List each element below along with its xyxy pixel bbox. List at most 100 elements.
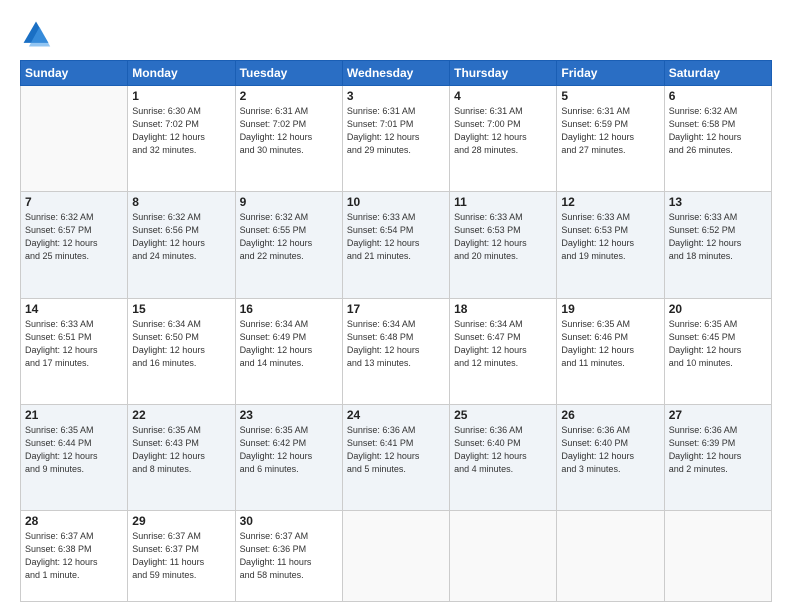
calendar-day-cell: 3 Sunrise: 6:31 AMSunset: 7:01 PMDaylight… — [342, 86, 449, 192]
calendar-day-cell: 23 Sunrise: 6:35 AMSunset: 6:42 PMDayligh… — [235, 404, 342, 510]
day-number: 25 — [454, 408, 552, 422]
day-info: Sunrise: 6:32 AMSunset: 6:56 PMDaylight:… — [132, 211, 230, 263]
day-number: 15 — [132, 302, 230, 316]
calendar-week-row: 7 Sunrise: 6:32 AMSunset: 6:57 PMDaylight… — [21, 192, 772, 298]
calendar-day-cell: 13 Sunrise: 6:33 AMSunset: 6:52 PMDayligh… — [664, 192, 771, 298]
calendar-day-cell: 20 Sunrise: 6:35 AMSunset: 6:45 PMDayligh… — [664, 298, 771, 404]
day-info: Sunrise: 6:32 AMSunset: 6:55 PMDaylight:… — [240, 211, 338, 263]
day-info: Sunrise: 6:33 AMSunset: 6:53 PMDaylight:… — [561, 211, 659, 263]
day-number: 22 — [132, 408, 230, 422]
calendar-day-cell: 1 Sunrise: 6:30 AMSunset: 7:02 PMDaylight… — [128, 86, 235, 192]
day-info: Sunrise: 6:34 AMSunset: 6:49 PMDaylight:… — [240, 318, 338, 370]
day-info: Sunrise: 6:34 AMSunset: 6:50 PMDaylight:… — [132, 318, 230, 370]
day-info: Sunrise: 6:33 AMSunset: 6:52 PMDaylight:… — [669, 211, 767, 263]
day-info: Sunrise: 6:35 AMSunset: 6:46 PMDaylight:… — [561, 318, 659, 370]
calendar-day-cell: 24Sunrise: 6:36 AMSunset: 6:41 PMDayligh… — [342, 404, 449, 510]
day-info: Sunrise: 6:34 AMSunset: 6:48 PMDaylight:… — [347, 318, 445, 370]
day-number: 12 — [561, 195, 659, 209]
day-number: 18 — [454, 302, 552, 316]
day-info: Sunrise: 6:37 AMSunset: 6:37 PMDaylight:… — [132, 530, 230, 582]
day-info: Sunrise: 6:30 AMSunset: 7:02 PMDaylight:… — [132, 105, 230, 157]
day-info: Sunrise: 6:35 AMSunset: 6:42 PMDaylight:… — [240, 424, 338, 476]
calendar-week-row: 21 Sunrise: 6:35 AMSunset: 6:44 PMDayligh… — [21, 404, 772, 510]
calendar-week-row: 1 Sunrise: 6:30 AMSunset: 7:02 PMDaylight… — [21, 86, 772, 192]
day-number: 17 — [347, 302, 445, 316]
day-number: 7 — [25, 195, 123, 209]
calendar-day-cell: 26Sunrise: 6:36 AMSunset: 6:40 PMDayligh… — [557, 404, 664, 510]
day-info: Sunrise: 6:37 AMSunset: 6:36 PMDaylight:… — [240, 530, 338, 582]
day-info: Sunrise: 6:32 AMSunset: 6:58 PMDaylight:… — [669, 105, 767, 157]
day-number: 3 — [347, 89, 445, 103]
day-number: 5 — [561, 89, 659, 103]
day-number: 14 — [25, 302, 123, 316]
calendar-day-cell — [557, 511, 664, 602]
calendar-day-cell: 21 Sunrise: 6:35 AMSunset: 6:44 PMDayligh… — [21, 404, 128, 510]
calendar-day-cell: 4 Sunrise: 6:31 AMSunset: 7:00 PMDaylight… — [450, 86, 557, 192]
day-of-week-header: Tuesday — [235, 61, 342, 86]
day-number: 4 — [454, 89, 552, 103]
day-number: 1 — [132, 89, 230, 103]
day-number: 6 — [669, 89, 767, 103]
day-info: Sunrise: 6:31 AMSunset: 6:59 PMDaylight:… — [561, 105, 659, 157]
calendar-day-cell — [664, 511, 771, 602]
calendar-day-cell: 6 Sunrise: 6:32 AMSunset: 6:58 PMDaylight… — [664, 86, 771, 192]
calendar-day-cell: 8 Sunrise: 6:32 AMSunset: 6:56 PMDaylight… — [128, 192, 235, 298]
day-info: Sunrise: 6:33 AMSunset: 6:54 PMDaylight:… — [347, 211, 445, 263]
day-info: Sunrise: 6:35 AMSunset: 6:45 PMDaylight:… — [669, 318, 767, 370]
calendar-week-row: 14Sunrise: 6:33 AMSunset: 6:51 PMDayligh… — [21, 298, 772, 404]
calendar-day-cell: 22 Sunrise: 6:35 AMSunset: 6:43 PMDayligh… — [128, 404, 235, 510]
calendar-day-cell: 17 Sunrise: 6:34 AMSunset: 6:48 PMDayligh… — [342, 298, 449, 404]
day-number: 30 — [240, 514, 338, 528]
calendar-day-cell: 14Sunrise: 6:33 AMSunset: 6:51 PMDayligh… — [21, 298, 128, 404]
calendar-day-cell: 27Sunrise: 6:36 AMSunset: 6:39 PMDayligh… — [664, 404, 771, 510]
calendar-day-cell: 30 Sunrise: 6:37 AMSunset: 6:36 PMDayligh… — [235, 511, 342, 602]
calendar-day-cell: 16 Sunrise: 6:34 AMSunset: 6:49 PMDayligh… — [235, 298, 342, 404]
calendar-day-cell: 10 Sunrise: 6:33 AMSunset: 6:54 PMDayligh… — [342, 192, 449, 298]
calendar-day-cell: 12 Sunrise: 6:33 AMSunset: 6:53 PMDayligh… — [557, 192, 664, 298]
calendar-day-cell — [21, 86, 128, 192]
day-of-week-header: Saturday — [664, 61, 771, 86]
calendar-day-cell: 2 Sunrise: 6:31 AMSunset: 7:02 PMDaylight… — [235, 86, 342, 192]
calendar-day-cell: 5 Sunrise: 6:31 AMSunset: 6:59 PMDaylight… — [557, 86, 664, 192]
day-number: 2 — [240, 89, 338, 103]
calendar-day-cell: 28Sunrise: 6:37 AMSunset: 6:38 PMDayligh… — [21, 511, 128, 602]
day-number: 10 — [347, 195, 445, 209]
day-info: Sunrise: 6:33 AMSunset: 6:53 PMDaylight:… — [454, 211, 552, 263]
day-of-week-header: Monday — [128, 61, 235, 86]
day-number: 19 — [561, 302, 659, 316]
logo-icon — [20, 18, 52, 50]
day-info: Sunrise: 6:36 AMSunset: 6:40 PMDaylight:… — [454, 424, 552, 476]
day-of-week-header: Sunday — [21, 61, 128, 86]
calendar-day-cell: 18Sunrise: 6:34 AMSunset: 6:47 PMDayligh… — [450, 298, 557, 404]
calendar-table: SundayMondayTuesdayWednesdayThursdayFrid… — [20, 60, 772, 602]
day-info: Sunrise: 6:31 AMSunset: 7:01 PMDaylight:… — [347, 105, 445, 157]
day-of-week-header: Friday — [557, 61, 664, 86]
day-info: Sunrise: 6:31 AMSunset: 7:02 PMDaylight:… — [240, 105, 338, 157]
header — [20, 18, 772, 50]
day-info: Sunrise: 6:32 AMSunset: 6:57 PMDaylight:… — [25, 211, 123, 263]
day-info: Sunrise: 6:36 AMSunset: 6:41 PMDaylight:… — [347, 424, 445, 476]
day-number: 28 — [25, 514, 123, 528]
day-info: Sunrise: 6:35 AMSunset: 6:43 PMDaylight:… — [132, 424, 230, 476]
day-number: 29 — [132, 514, 230, 528]
day-info: Sunrise: 6:36 AMSunset: 6:39 PMDaylight:… — [669, 424, 767, 476]
calendar-week-row: 28Sunrise: 6:37 AMSunset: 6:38 PMDayligh… — [21, 511, 772, 602]
day-of-week-header: Thursday — [450, 61, 557, 86]
day-number: 21 — [25, 408, 123, 422]
day-info: Sunrise: 6:31 AMSunset: 7:00 PMDaylight:… — [454, 105, 552, 157]
calendar-day-cell — [450, 511, 557, 602]
day-number: 26 — [561, 408, 659, 422]
day-number: 16 — [240, 302, 338, 316]
logo — [20, 18, 56, 50]
day-info: Sunrise: 6:35 AMSunset: 6:44 PMDaylight:… — [25, 424, 123, 476]
day-number: 13 — [669, 195, 767, 209]
calendar-day-cell: 7 Sunrise: 6:32 AMSunset: 6:57 PMDaylight… — [21, 192, 128, 298]
day-number: 8 — [132, 195, 230, 209]
calendar-day-cell: 11Sunrise: 6:33 AMSunset: 6:53 PMDayligh… — [450, 192, 557, 298]
day-of-week-header: Wednesday — [342, 61, 449, 86]
calendar-day-cell: 19 Sunrise: 6:35 AMSunset: 6:46 PMDayligh… — [557, 298, 664, 404]
calendar-day-cell: 29 Sunrise: 6:37 AMSunset: 6:37 PMDayligh… — [128, 511, 235, 602]
day-number: 20 — [669, 302, 767, 316]
calendar-day-cell: 25 Sunrise: 6:36 AMSunset: 6:40 PMDayligh… — [450, 404, 557, 510]
day-number: 23 — [240, 408, 338, 422]
